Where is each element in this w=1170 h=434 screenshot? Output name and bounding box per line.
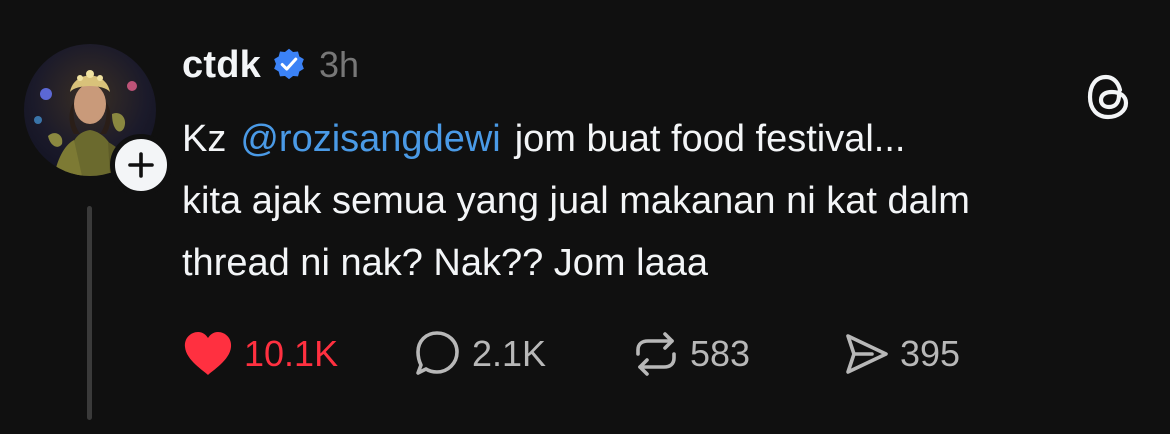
mention-link[interactable]: @rozisangdewi xyxy=(240,118,500,160)
text-prefix: Kz xyxy=(182,118,227,160)
send-icon xyxy=(846,334,888,374)
username[interactable]: ctdk xyxy=(182,44,261,87)
like-button[interactable]: 10.1K xyxy=(182,330,414,378)
post-header: ctdk 3h xyxy=(182,40,359,90)
text-line1-rest: jom buat food festival... xyxy=(514,118,906,160)
share-count: 395 xyxy=(900,333,961,374)
repost-count: 583 xyxy=(690,333,751,374)
avatar-container xyxy=(24,44,172,196)
thread-post: ctdk 3h Kz @rozisangdewi jom buat food fes… xyxy=(0,0,1170,434)
post-text: Kz @rozisangdewi jom buat food festival...… xyxy=(182,108,1142,294)
like-count: 10.1K xyxy=(244,333,339,374)
action-bar: 10.1K 2.1K 583 395 xyxy=(182,326,960,382)
comment-bubble-icon xyxy=(416,331,459,375)
reply-button[interactable]: 2.1K xyxy=(414,330,632,378)
timestamp: 3h xyxy=(318,44,359,85)
repost-button[interactable]: 583 xyxy=(632,330,842,378)
post-text-line-1: Kz @rozisangdewi jom buat food festival... xyxy=(182,108,1142,170)
repost-arrows-icon xyxy=(636,332,676,376)
plus-icon xyxy=(128,152,154,178)
post-text-line-3: thread ni nak? Nak?? Jom laaa xyxy=(182,242,708,284)
follow-button[interactable] xyxy=(110,134,172,196)
share-button[interactable]: 395 xyxy=(842,330,960,378)
reply-count: 2.1K xyxy=(472,333,547,374)
heart-icon xyxy=(184,332,232,375)
verified-badge-icon xyxy=(274,48,304,80)
post-text-line-2: kita ajak semua yang jual makanan ni kat… xyxy=(182,180,970,222)
thread-line xyxy=(87,206,92,420)
